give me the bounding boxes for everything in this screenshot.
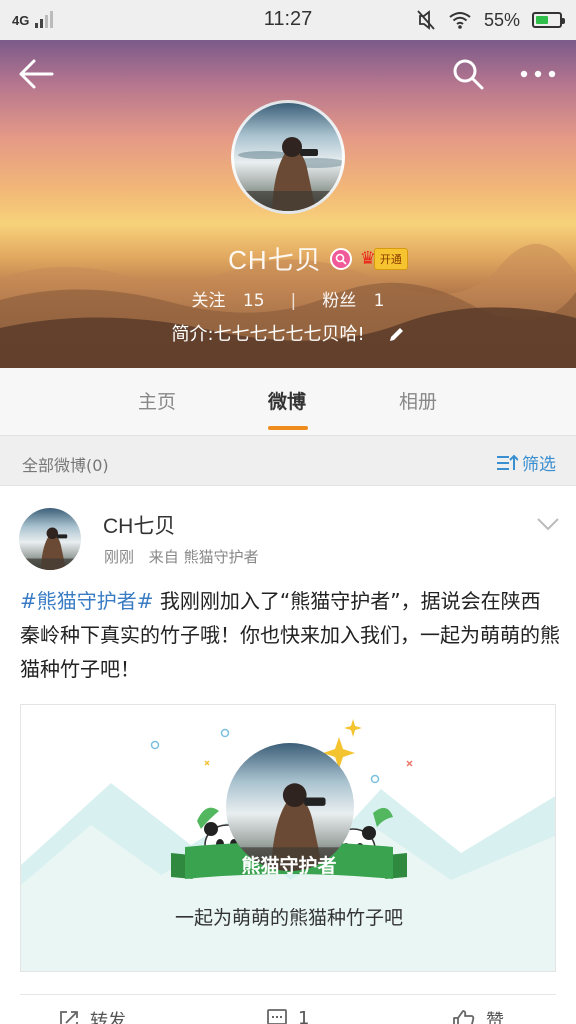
post-author-name[interactable]: CH七贝 [103, 510, 175, 540]
following-label: 关注 [191, 291, 226, 311]
battery-percent: 55% [483, 9, 520, 30]
post-time: 刚刚 [104, 548, 135, 566]
avatar-photo [19, 527, 81, 570]
profile-avatar[interactable] [231, 100, 345, 214]
thumbs-up-icon [453, 1010, 475, 1024]
battery-icon [532, 12, 565, 28]
profile-name: CH七贝 [228, 245, 322, 275]
tab-home[interactable]: 主页 [97, 368, 217, 436]
mute-icon [417, 10, 435, 30]
card-ribbon-title: 熊猫守护者 [241, 855, 337, 877]
post-hashtag[interactable]: #熊猫守护者# [20, 589, 154, 613]
profile-name-row: CH七贝 ♛ 开通 [0, 240, 576, 277]
pencil-icon[interactable] [387, 326, 405, 344]
filter-row: 全部微博(0) 筛选 [0, 436, 576, 486]
profile-tabs: 主页 微博 相册 [0, 368, 576, 436]
post-actions: 转发 1 赞 [20, 994, 556, 1024]
weibo-search-badge-icon[interactable] [329, 247, 352, 270]
repost-label: 转发 [90, 1011, 126, 1024]
tab-album[interactable]: 相册 [358, 368, 478, 436]
profile-cover: CH七贝 ♛ 开通 关注 15 | 粉丝 1 简介:七七七七七七贝哈! [0, 40, 576, 368]
followers-count: 1 [373, 291, 385, 311]
filter-label: 筛选 [522, 455, 556, 475]
weibo-post[interactable]: CH七贝 刚刚 来自 熊猫守护者 #熊猫守护者# 我刚刚加入了“熊猫守护者”，据… [0, 486, 576, 1024]
status-bar: 4G 11:27 55% [0, 0, 576, 40]
comment-count: 1 [298, 1007, 310, 1024]
vip-badge[interactable]: ♛ 开通 [360, 247, 408, 270]
post-source: 来自 熊猫守护者 [148, 548, 259, 566]
comment-button[interactable]: 1 [266, 1007, 309, 1024]
stats-separator: | [290, 291, 297, 311]
bio-text: 简介:七七七七七七贝哈! [171, 324, 365, 345]
following-count: 15 [242, 291, 265, 311]
post-author-avatar[interactable] [19, 508, 81, 570]
active-tab-indicator [268, 426, 308, 430]
filter-button[interactable]: 筛选 [496, 450, 556, 475]
wifi-icon [449, 12, 471, 29]
post-body: #熊猫守护者# 我刚刚加入了“熊猫守护者”，据说会在陕西秦岭种下真实的竹子哦！你… [20, 584, 560, 686]
profile-stats: 关注 15 | 粉丝 1 [0, 286, 576, 311]
back-arrow-icon[interactable] [18, 58, 54, 90]
post-card[interactable]: 熊猫守护者 一起为萌萌的熊猫种竹子吧 [20, 704, 556, 972]
followers-label: 粉丝 [322, 291, 357, 311]
card-caption: 一起为萌萌的熊猫种竹子吧 [174, 907, 403, 929]
like-label: 赞 [486, 1011, 504, 1024]
battery-fill [536, 16, 549, 24]
followers-stat[interactable]: 粉丝 1 [316, 291, 390, 311]
post-meta: 刚刚 来自 熊猫守护者 [104, 546, 259, 567]
following-stat[interactable]: 关注 15 [185, 291, 270, 311]
status-right: 55% [416, 9, 565, 31]
comment-icon [267, 1009, 287, 1024]
vip-open-label: 开通 [373, 247, 408, 270]
like-button[interactable]: 赞 [452, 1007, 504, 1024]
repost-button[interactable]: 转发 [58, 1007, 126, 1024]
repost-icon [60, 1011, 78, 1024]
profile-bio[interactable]: 简介:七七七七七七贝哈! [0, 320, 576, 346]
chevron-down-icon[interactable] [536, 516, 560, 532]
avatar-photo [234, 137, 342, 211]
more-icon[interactable] [518, 58, 558, 90]
search-icon[interactable] [452, 58, 484, 90]
filter-icon [497, 454, 518, 470]
all-weibo-count: 全部微博(0) [22, 456, 109, 475]
